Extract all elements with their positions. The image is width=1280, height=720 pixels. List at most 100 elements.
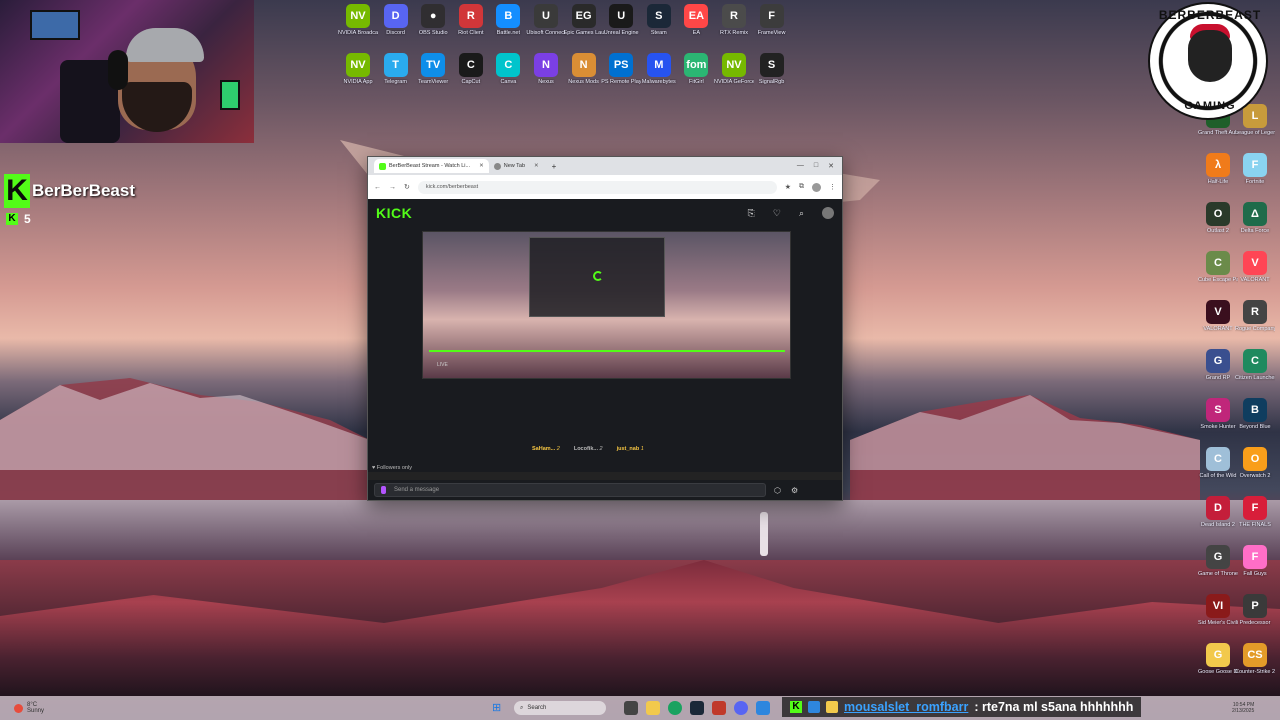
desktop-icon-label: Ubisoft Connect — [526, 30, 566, 36]
desktop-icon[interactable]: P Predecessor — [1235, 594, 1275, 627]
desktop-icon[interactable]: NV NVIDIA App — [338, 53, 378, 86]
app-icon: O — [1206, 202, 1230, 226]
desktop-icon[interactable]: C Canva — [488, 53, 528, 86]
desktop-icon-label: Nexus — [538, 79, 554, 85]
desktop-icon[interactable]: G Goose Goose Duck — [1198, 643, 1238, 676]
back-icon[interactable]: ← — [374, 184, 381, 191]
desktop-icon[interactable]: B Battle.net — [488, 4, 528, 37]
search-icon[interactable]: ⌕ — [799, 208, 804, 219]
desktop-icon[interactable]: F FrameView — [752, 4, 792, 37]
desktop-icon[interactable]: R Rogue Company — [1235, 300, 1275, 333]
desktop-icon[interactable]: NV NVIDIA Broadcast — [338, 4, 378, 37]
desktop-icon[interactable]: fom FitGirl — [676, 53, 716, 86]
minimize-button[interactable]: — — [797, 162, 804, 170]
tab-new-tab[interactable]: New Tab ✕ — [489, 159, 544, 173]
menu-icon[interactable]: ⋮ — [829, 183, 836, 191]
desktop-icon[interactable]: N Nexus — [526, 53, 566, 86]
desktop-icon[interactable]: V VALORANT — [1198, 300, 1238, 333]
bookmark-star-icon[interactable]: ★ — [785, 183, 791, 191]
desktop-icon[interactable]: N Nexus Mods — [564, 53, 604, 86]
desktop-icon[interactable]: O Overwatch 2 — [1235, 447, 1275, 480]
desktop-icon[interactable]: C CapCut — [451, 53, 491, 86]
desktop-icon[interactable]: CS Counter-Strike 2 — [1235, 643, 1275, 676]
desktop-icon[interactable]: U Ubisoft Connect — [526, 4, 566, 37]
desktop-icon-label: Riot Client — [458, 30, 484, 36]
desktop-icon[interactable]: G Game of Thrones — [1198, 545, 1238, 578]
browser-window[interactable]: BerBerBeast Stream - Watch Li... ✕ New T… — [367, 156, 843, 501]
close-tab-icon[interactable]: ✕ — [534, 163, 539, 169]
desktop-icon[interactable]: B Beyond Blue — [1235, 398, 1275, 431]
desktop-icon[interactable]: F Fortnite — [1235, 153, 1275, 186]
user-avatar[interactable] — [822, 207, 834, 219]
desktop-icon[interactable]: U Unreal Engine — [601, 4, 641, 37]
file-explorer-icon[interactable] — [646, 701, 660, 715]
reload-icon[interactable]: ↻ — [404, 183, 410, 191]
desktop-icon[interactable]: λ Half-Life — [1198, 153, 1238, 186]
streamer-phone — [220, 80, 240, 110]
extensions-icon[interactable]: ⧉ — [799, 183, 804, 191]
desktop-icon[interactable]: R Riot Client — [451, 4, 491, 37]
chat-placeholder: Send a message — [394, 487, 440, 493]
weather-widget[interactable]: 8°C Sunny — [14, 702, 44, 714]
settings-gear-icon[interactable]: ⚙ — [791, 486, 798, 495]
desktop-icon-label: FrameView — [757, 30, 786, 36]
kick-small-icon: K — [6, 213, 18, 225]
desktop-icon[interactable]: S SignalRgb — [752, 53, 792, 86]
player-progress-bar[interactable] — [429, 350, 785, 352]
foreground-rocks — [0, 560, 1280, 700]
desktop-icon[interactable]: D Dead Island 2 — [1198, 496, 1238, 529]
desktop-icon[interactable]: EA EA — [676, 4, 716, 37]
desktop-icon-label: PS Remote Play — [601, 79, 642, 85]
desktop-icon[interactable]: V VALORANT — [1235, 251, 1275, 284]
desktop-icon[interactable]: PS PS Remote Play — [601, 53, 641, 86]
video-player[interactable]: LIVE — [422, 231, 791, 379]
desktop-icon[interactable]: C Call of the Wild — [1198, 447, 1238, 480]
close-tab-icon[interactable]: ✕ — [479, 163, 484, 169]
desktop-icon[interactable]: F THE FINALS — [1235, 496, 1275, 529]
desktop-icon[interactable]: NV NVIDIA GeForce — [714, 53, 754, 86]
desktop-icon[interactable]: Δ Delta Force — [1235, 202, 1275, 235]
desktop-icon[interactable]: C Cube Escape Paradox — [1198, 251, 1238, 284]
desktop-icon[interactable]: D Discord — [376, 4, 416, 37]
desktop-icon[interactable]: S Smoke Hunter — [1198, 398, 1238, 431]
desktop-icon[interactable]: ● OBS Studio — [413, 4, 453, 37]
task-view-icon[interactable] — [624, 701, 638, 715]
desktop-icon[interactable]: O Outlast 2 — [1198, 202, 1238, 235]
start-button[interactable]: ⊞ — [492, 702, 504, 714]
desktop-icon[interactable]: C Citizen Launcher — [1235, 349, 1275, 382]
app-icon: O — [1243, 447, 1267, 471]
desktop-icon[interactable]: M Malwarebytes — [639, 53, 679, 86]
desktop-icon[interactable]: EG Epic Games Launcher — [564, 4, 604, 37]
browser-toolbar: ← → ↻ kick.com/berberbeast ★ ⧉ ⋮ — [368, 175, 842, 199]
kick-wordmark-logo[interactable]: KICK — [376, 205, 412, 221]
emote-icon[interactable]: ⬡ — [774, 486, 781, 495]
desktop-icon[interactable]: R RTX Remix — [714, 4, 754, 37]
clip-icon[interactable]: ⎘ — [748, 208, 755, 219]
system-clock[interactable]: 10:54 PM 2/13/2025 — [1232, 702, 1254, 714]
profile-avatar[interactable] — [812, 182, 821, 192]
app-taskbar-icon[interactable] — [756, 701, 770, 715]
desktop-icon[interactable]: G Grand RP — [1198, 349, 1238, 382]
heart-icon[interactable]: ♡ — [773, 208, 781, 219]
close-window-button[interactable]: ✕ — [828, 162, 834, 170]
app-taskbar-icon[interactable] — [712, 701, 726, 715]
forward-icon[interactable]: → — [389, 184, 396, 191]
desktop-icon[interactable]: T Telegram — [376, 53, 416, 86]
address-bar[interactable]: kick.com/berberbeast — [417, 180, 777, 194]
steam-taskbar-icon[interactable] — [690, 701, 704, 715]
taskbar-search[interactable]: ⌕ Search — [514, 701, 606, 715]
desktop-icon[interactable]: S Steam — [639, 4, 679, 37]
desktop-icon[interactable]: TV TeamViewer — [413, 53, 453, 86]
desktop-icon[interactable]: VI Sid Meier's Civilization VI — [1198, 594, 1238, 627]
discord-taskbar-icon[interactable] — [734, 701, 748, 715]
chrome-icon[interactable] — [668, 701, 682, 715]
desktop-icon[interactable]: F Fall Guys — [1235, 545, 1275, 578]
chat-user[interactable]: Locofik... 2 — [574, 446, 603, 452]
new-tab-plus-icon[interactable]: + — [552, 162, 557, 171]
chat-user[interactable]: just_nab 1 — [617, 446, 644, 452]
maximize-button[interactable]: □ — [814, 162, 818, 170]
chat-user[interactable]: SaHam... 2 — [532, 446, 560, 452]
chat-input[interactable]: Send a message — [374, 483, 766, 497]
logo-face — [1188, 30, 1232, 82]
tab-kick-stream[interactable]: BerBerBeast Stream - Watch Li... ✕ — [374, 159, 489, 173]
